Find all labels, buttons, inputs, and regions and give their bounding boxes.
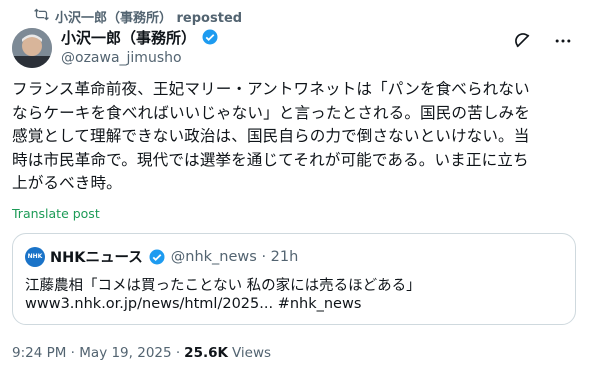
repost-icon (34, 7, 49, 26)
verified-badge-icon (201, 28, 219, 46)
author-name[interactable]: 小沢一郎（事務所） (61, 27, 196, 48)
repost-indicator[interactable]: 小沢一郎（事務所） reposted (34, 7, 243, 26)
views-count[interactable]: 25.6K (184, 345, 228, 361)
timestamp[interactable]: 9:24 PM · May 19, 2025 · (12, 345, 180, 361)
post-text: フランス革命前夜、王妃マリー・アントワネットは「パンを食べられない ならケーキを… (12, 80, 530, 192)
quote-verified-badge-icon (148, 248, 166, 266)
views-label: Views (231, 345, 272, 361)
post-actions-top (512, 30, 574, 52)
author-handle[interactable]: @ozawa_jimusho (61, 50, 219, 66)
quote-header: NHK NHKニュース @nhk_news · 21h (25, 246, 298, 267)
translate-post-link[interactable]: Translate post (12, 206, 100, 221)
quote-link-text[interactable]: www3.nhk.or.jp/news/html/2025... #nhk_ne… (25, 296, 361, 312)
more-options-icon[interactable] (552, 30, 574, 52)
nhk-logo-icon: NHK (25, 246, 45, 267)
quote-handle-time: @nhk_news · 21h (170, 248, 299, 265)
repost-text: 小沢一郎（事務所） reposted (55, 10, 243, 26)
post-footer: 9:24 PM · May 19, 2025 · 25.6K Views (12, 345, 271, 361)
quote-text: 江藤農相「コメは買ったことない 私の家には売るほどある」 (25, 278, 421, 294)
quote-author-name: NHKニュース (50, 250, 143, 266)
grok-icon[interactable] (512, 30, 534, 52)
author-block: 小沢一郎（事務所） @ozawa_jimusho (61, 27, 219, 66)
quoted-post[interactable]: NHK NHKニュース @nhk_news · 21h 江藤農相「コメは買ったこ… (12, 233, 576, 325)
avatar[interactable] (12, 28, 52, 68)
